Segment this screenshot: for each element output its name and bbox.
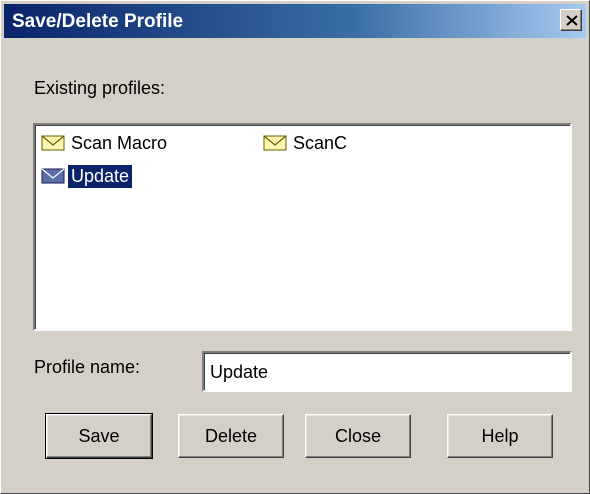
profile-item-label: Update xyxy=(68,164,133,188)
window-title: Save/Delete Profile xyxy=(12,11,184,32)
title-bar[interactable]: Save/Delete Profile xyxy=(4,4,586,38)
help-button[interactable]: Help xyxy=(447,414,553,458)
close-window-button[interactable] xyxy=(560,9,582,31)
delete-button[interactable]: Delete xyxy=(178,414,284,458)
save-button[interactable]: Save xyxy=(45,413,153,459)
profile-item-label: Scan Macro xyxy=(71,132,168,153)
close-icon xyxy=(566,15,578,26)
close-button[interactable]: Close xyxy=(305,414,411,458)
profile-name-label: Profile name: xyxy=(34,357,141,377)
profile-item-update[interactable]: Update xyxy=(41,164,133,188)
profile-item-scanc[interactable]: ScanC xyxy=(263,131,350,155)
envelope-icon xyxy=(263,135,287,151)
save-delete-profile-dialog: Save/Delete Profile Existing profiles: S… xyxy=(0,0,590,494)
profile-name-input[interactable]: Update xyxy=(202,351,572,392)
envelope-icon xyxy=(41,135,65,151)
envelope-icon xyxy=(41,168,65,184)
profile-item-label: ScanC xyxy=(293,132,348,153)
profiles-listbox[interactable]: Scan Macro ScanC Update xyxy=(33,123,572,331)
existing-profiles-label: Existing profiles: xyxy=(34,78,166,98)
profile-item-scan-macro[interactable]: Scan Macro xyxy=(41,131,170,155)
